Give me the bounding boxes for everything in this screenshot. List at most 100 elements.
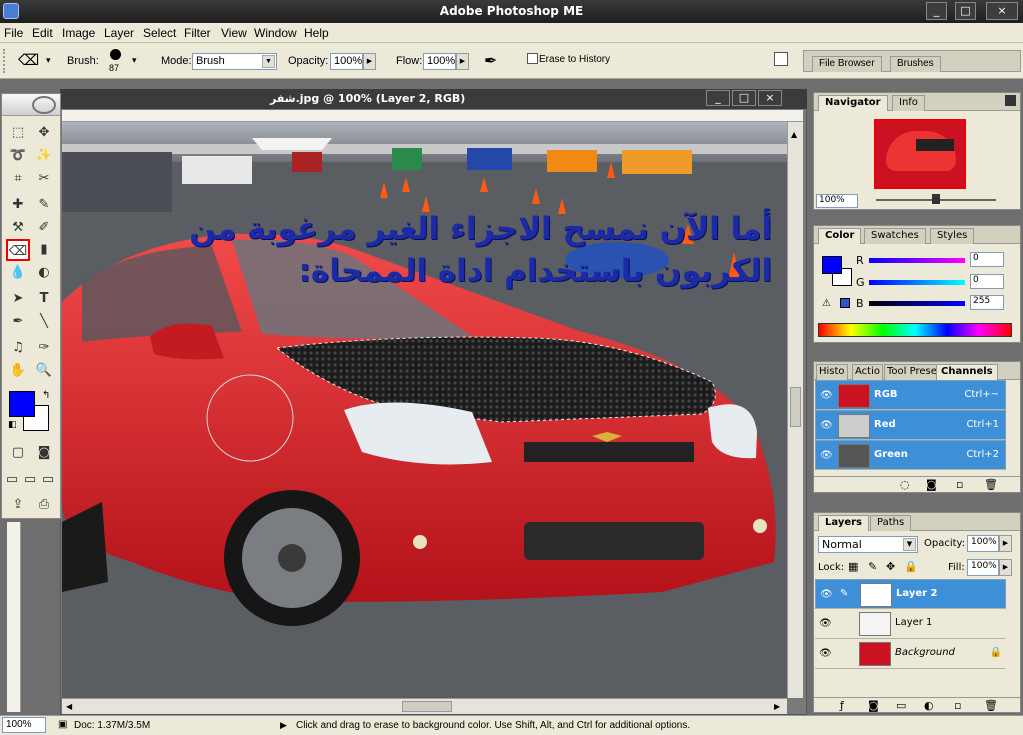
eyedropper-tool-icon[interactable]: ✑ [32, 337, 56, 359]
type-tool-icon[interactable]: T [32, 288, 56, 310]
brush-tool-icon[interactable]: ✎ [32, 194, 56, 216]
brush-link-icon[interactable]: ✎ [840, 588, 848, 599]
menu-help[interactable]: Help [304, 26, 329, 40]
panel-close-icon[interactable] [1005, 95, 1016, 106]
tab-swatches[interactable]: Swatches [864, 228, 926, 244]
tab-channels[interactable]: Channels [936, 364, 998, 380]
blend-mode-select[interactable]: Normal ▼ [818, 536, 918, 553]
clone-stamp-icon[interactable]: ⚒ [6, 217, 30, 239]
fill-input[interactable]: 100% [967, 559, 999, 576]
brush-tip-icon[interactable] [110, 49, 121, 60]
magic-wand-icon[interactable]: ✨ [32, 145, 56, 167]
blue-value[interactable]: 255 [970, 295, 1004, 310]
menu-filter[interactable]: Filter [184, 26, 211, 40]
new-set-icon[interactable]: ▭ [896, 699, 906, 712]
default-colors-icon[interactable]: ◧ [8, 420, 17, 430]
tab-histogram[interactable]: Histo [816, 364, 848, 380]
move-tool-icon[interactable]: ✥ [32, 122, 56, 144]
minimize-button[interactable]: _ [926, 2, 947, 20]
quick-mask-icon[interactable]: ◙ [32, 442, 56, 464]
jump-to-imageready-icon[interactable]: ⇪ [6, 494, 30, 516]
toolbox-header[interactable] [2, 94, 60, 116]
adjustment-layer-icon[interactable]: ◐ [924, 699, 934, 712]
green-slider[interactable] [869, 280, 965, 285]
lock-image-icon[interactable]: ✎ [868, 560, 877, 573]
foreground-color-swatch[interactable] [9, 391, 35, 417]
marquee-tool-icon[interactable]: ⬚ [6, 122, 30, 144]
gradient-tool-icon[interactable]: ▮ [32, 239, 56, 261]
eraser-preset-icon[interactable]: ⌫ [18, 51, 39, 69]
close-button[interactable]: × [986, 2, 1018, 20]
eye-icon[interactable]: 👁 [820, 390, 833, 402]
eye-icon[interactable]: 👁 [820, 420, 833, 432]
horizontal-scroll-thumb[interactable] [402, 701, 452, 712]
eraser-tool-icon[interactable]: ⌫ [6, 239, 30, 261]
eye-icon[interactable]: 👁 [820, 589, 833, 601]
vertical-scroll-thumb[interactable] [790, 387, 801, 427]
layer-row-background[interactable]: 👁 Background 🔒 [815, 639, 1006, 669]
tab-navigator[interactable]: Navigator [818, 95, 888, 111]
menu-layer[interactable]: Layer [104, 26, 134, 40]
layer-row-layer-1[interactable]: 👁 Layer 1 [815, 609, 1006, 639]
doc-close-button[interactable]: × [758, 90, 782, 106]
crop-tool-icon[interactable]: ⌗ [6, 168, 30, 190]
layer-style-icon[interactable]: ƒ [840, 699, 844, 712]
brush-dropdown-icon[interactable]: ▾ [132, 55, 137, 66]
delete-channel-icon[interactable]: 🗑 [984, 478, 998, 491]
fill-arrow-icon[interactable]: ▶ [999, 559, 1012, 576]
channel-row-green[interactable]: 👁 Green Ctrl+2 [815, 440, 1006, 470]
screen-mode-full-menu-icon[interactable]: ▭ [21, 469, 39, 491]
image-canvas[interactable]: أما الآن نمسح الاجزاء الغير مرغوبة من ال… [62, 122, 787, 698]
healing-brush-icon[interactable]: ✚ [6, 194, 30, 216]
scroll-up-icon[interactable]: ▲ [791, 130, 797, 139]
imageready-icon[interactable]: ⎙ [32, 494, 56, 516]
tab-info[interactable]: Info [892, 95, 925, 111]
preset-arrow-icon[interactable]: ▾ [46, 55, 51, 66]
maximize-button[interactable]: □ [955, 2, 976, 20]
grip-handle[interactable] [3, 49, 9, 73]
channel-row-red[interactable]: 👁 Red Ctrl+1 [815, 410, 1006, 440]
flow-input[interactable]: 100% [423, 53, 456, 70]
lock-position-icon[interactable]: ✥ [886, 560, 895, 573]
web-safe-swatch[interactable] [840, 298, 850, 308]
menu-image[interactable]: Image [62, 26, 95, 40]
airbrush-icon[interactable]: ✒ [484, 51, 497, 71]
eye-icon[interactable]: 👁 [819, 618, 832, 630]
line-tool-icon[interactable]: ╲ [32, 311, 56, 333]
tab-styles[interactable]: Styles [930, 228, 975, 244]
layer-opacity-input[interactable]: 100% [967, 535, 999, 552]
navigator-zoom-input[interactable]: 100% [816, 194, 858, 208]
opacity-input[interactable]: 100% [330, 53, 363, 70]
color-fg-swatch[interactable] [822, 256, 842, 274]
navigator-zoom-handle[interactable] [932, 194, 940, 204]
document-title-bar[interactable]: شفر.jpg @ 100% (Layer 2, RGB) _ □ × [60, 89, 807, 109]
tab-actions[interactable]: Actio [852, 364, 883, 380]
standard-mode-icon[interactable]: ▢ [6, 442, 30, 464]
delete-layer-icon[interactable]: 🗑 [984, 699, 998, 712]
opacity-arrow-icon[interactable]: ▶ [363, 53, 376, 70]
tab-tool-presets[interactable]: Tool Prese [884, 364, 940, 380]
scroll-left-icon[interactable]: ◀ [66, 702, 72, 711]
pen-tool-icon[interactable]: ✒ [6, 311, 30, 333]
red-slider[interactable] [869, 258, 965, 263]
menu-edit[interactable]: Edit [32, 26, 53, 40]
notes-tool-icon[interactable]: ♫ [6, 337, 30, 359]
dodge-tool-icon[interactable]: ◐ [32, 262, 56, 284]
save-selection-icon[interactable]: ◙ [926, 478, 937, 491]
channel-row-rgb[interactable]: 👁 RGB Ctrl+~ [815, 380, 1006, 410]
mode-select[interactable]: Brush ▼ [192, 53, 277, 70]
layer-row-layer-2[interactable]: 👁 ✎ Layer 2 [815, 579, 1006, 609]
load-selection-icon[interactable]: ◌ [900, 478, 910, 491]
horizontal-scrollbar[interactable]: ◀ ▶ [62, 698, 787, 714]
green-value[interactable]: 0 [970, 274, 1004, 289]
blur-tool-icon[interactable]: 💧 [6, 262, 30, 284]
swap-colors-icon[interactable]: ↰ [42, 390, 50, 401]
path-selection-icon[interactable]: ➤ [6, 288, 30, 310]
status-arrow-icon[interactable]: ▶ [280, 720, 287, 731]
lock-transparency-icon[interactable]: ▦ [848, 560, 858, 573]
slice-tool-icon[interactable]: ✂ [32, 168, 56, 190]
doc-minimize-button[interactable]: _ [706, 90, 730, 106]
erase-history-checkbox[interactable] [527, 53, 538, 64]
tab-brushes[interactable]: Brushes [890, 56, 941, 72]
menu-file[interactable]: File [4, 26, 23, 40]
